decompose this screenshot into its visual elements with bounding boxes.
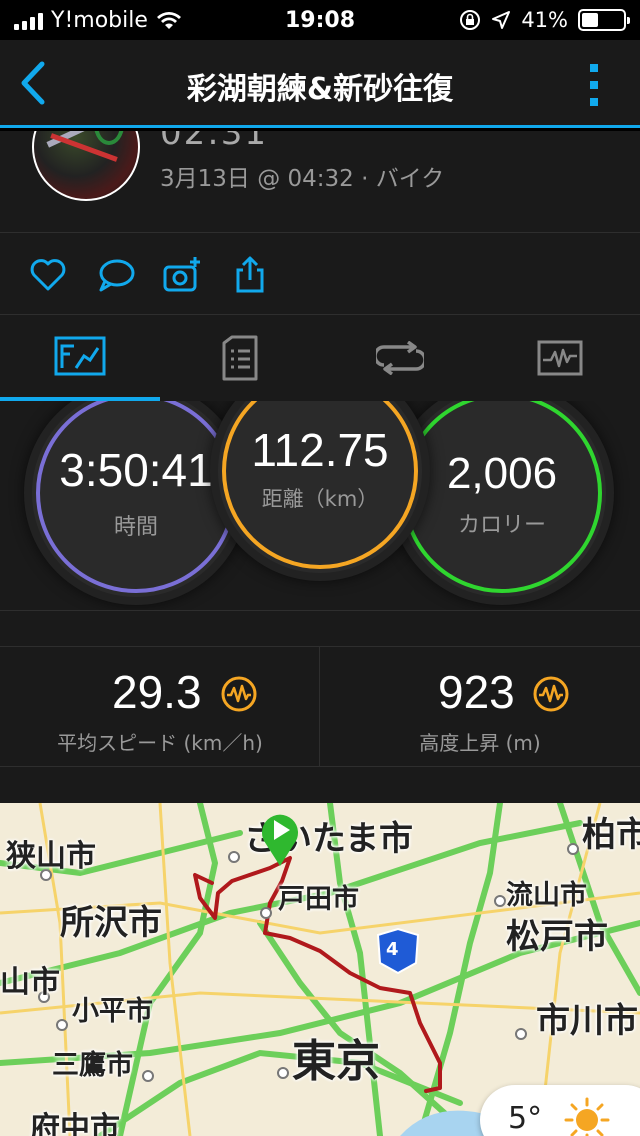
distance-label: 距離（km）: [261, 487, 379, 511]
distance-ring: 112.75 距離（km）: [218, 401, 422, 573]
avg-speed-value: 29.3: [112, 666, 202, 718]
tab-summary[interactable]: [0, 315, 160, 401]
pulse-icon: [533, 676, 569, 712]
laps-icon: [376, 341, 424, 375]
tab-graph[interactable]: [480, 315, 640, 401]
calories-label: カロリー: [457, 513, 546, 538]
share-icon[interactable]: [230, 255, 270, 295]
sun-icon: [564, 1097, 610, 1136]
route-map[interactable]: 4 さいたま市 柏市 狭山市 戸田市 流山市 所沢市 松戸市 山市 小平市 市川…: [0, 803, 640, 1136]
map-label-yamato: 山市: [0, 965, 60, 1000]
map-label-matsudo: 松戸市: [506, 917, 608, 957]
metrics-row: 29.3 平均スピード (km／h) 923 高度上昇 (m): [0, 647, 640, 767]
map-label-tokorozawa: 所沢市: [60, 903, 162, 943]
map-label-sayama: 狭山市: [6, 839, 96, 874]
orientation-lock-icon: [460, 10, 481, 30]
route-number: 4: [386, 939, 399, 960]
activity-subtitle: 3月13日 @ 04:32 · バイク: [160, 166, 445, 192]
activity-title: 02:31: [160, 131, 268, 153]
heart-icon[interactable]: [28, 255, 68, 295]
status-right: 41%: [459, 8, 630, 32]
nav-bar: 彩湖朝練&新砂往復: [0, 40, 640, 128]
battery-percent: 41%: [521, 8, 568, 32]
tab-details[interactable]: [160, 315, 320, 401]
more-options-icon[interactable]: [590, 64, 600, 106]
comment-icon[interactable]: [96, 255, 136, 295]
add-photo-icon[interactable]: [162, 255, 202, 295]
spacer: [0, 611, 640, 647]
elevation-value: 923: [438, 666, 515, 718]
summary-icon: [54, 336, 106, 376]
pulse-icon: [221, 676, 257, 712]
map-label-ichikawa: 市川市: [536, 1001, 638, 1041]
map-label-nagareyama: 流山市: [506, 880, 587, 911]
stats-rings: 3:50:41 時間 2,006 カロリー 112.75 距離（km）: [0, 401, 640, 611]
weather-temp: 5°: [508, 1101, 543, 1136]
details-list-icon: [222, 335, 258, 381]
avg-speed-metric[interactable]: 29.3 平均スピード (km／h): [0, 647, 320, 767]
map-label-tokyo: 東京: [292, 1036, 380, 1087]
activity-header: 02:31 3月13日 @ 04:32 · バイク: [0, 131, 640, 233]
map-label-kodaira: 小平市: [72, 996, 153, 1027]
time-value: 3:50:41: [59, 444, 213, 496]
start-pin-icon[interactable]: [258, 808, 302, 868]
elevation-metric[interactable]: 923 高度上昇 (m): [320, 647, 640, 767]
graph-icon: [537, 340, 583, 376]
page-title: 彩湖朝練&新砂往復: [186, 72, 454, 107]
calories-value: 2,006: [446, 449, 558, 498]
back-chevron-icon[interactable]: [14, 58, 54, 108]
map-label-fuchu: 府中市: [30, 1111, 120, 1136]
map-label-mitaka: 三鷹市: [52, 1050, 133, 1081]
calories-ring: 2,006 カロリー: [398, 401, 606, 597]
battery-icon: [578, 9, 630, 31]
map-label-toda: 戸田市: [278, 884, 359, 915]
elevation-label: 高度上昇 (m): [419, 731, 541, 755]
spacer: [0, 767, 640, 803]
action-row: [0, 233, 640, 315]
tab-laps[interactable]: [320, 315, 480, 401]
time-ring: 3:50:41 時間: [32, 401, 240, 597]
distance-value: 112.75: [251, 424, 389, 476]
avg-speed-label: 平均スピード (km／h): [57, 731, 263, 755]
location-arrow-icon: [492, 11, 511, 29]
avatar[interactable]: [32, 131, 140, 201]
map-label-kashiwa: 柏市: [582, 815, 640, 855]
time-label: 時間: [113, 515, 158, 540]
status-bar: Y!mobile 19:08 41%: [0, 0, 640, 40]
tab-bar: [0, 315, 640, 401]
weather-badge: 5°: [480, 1085, 640, 1136]
